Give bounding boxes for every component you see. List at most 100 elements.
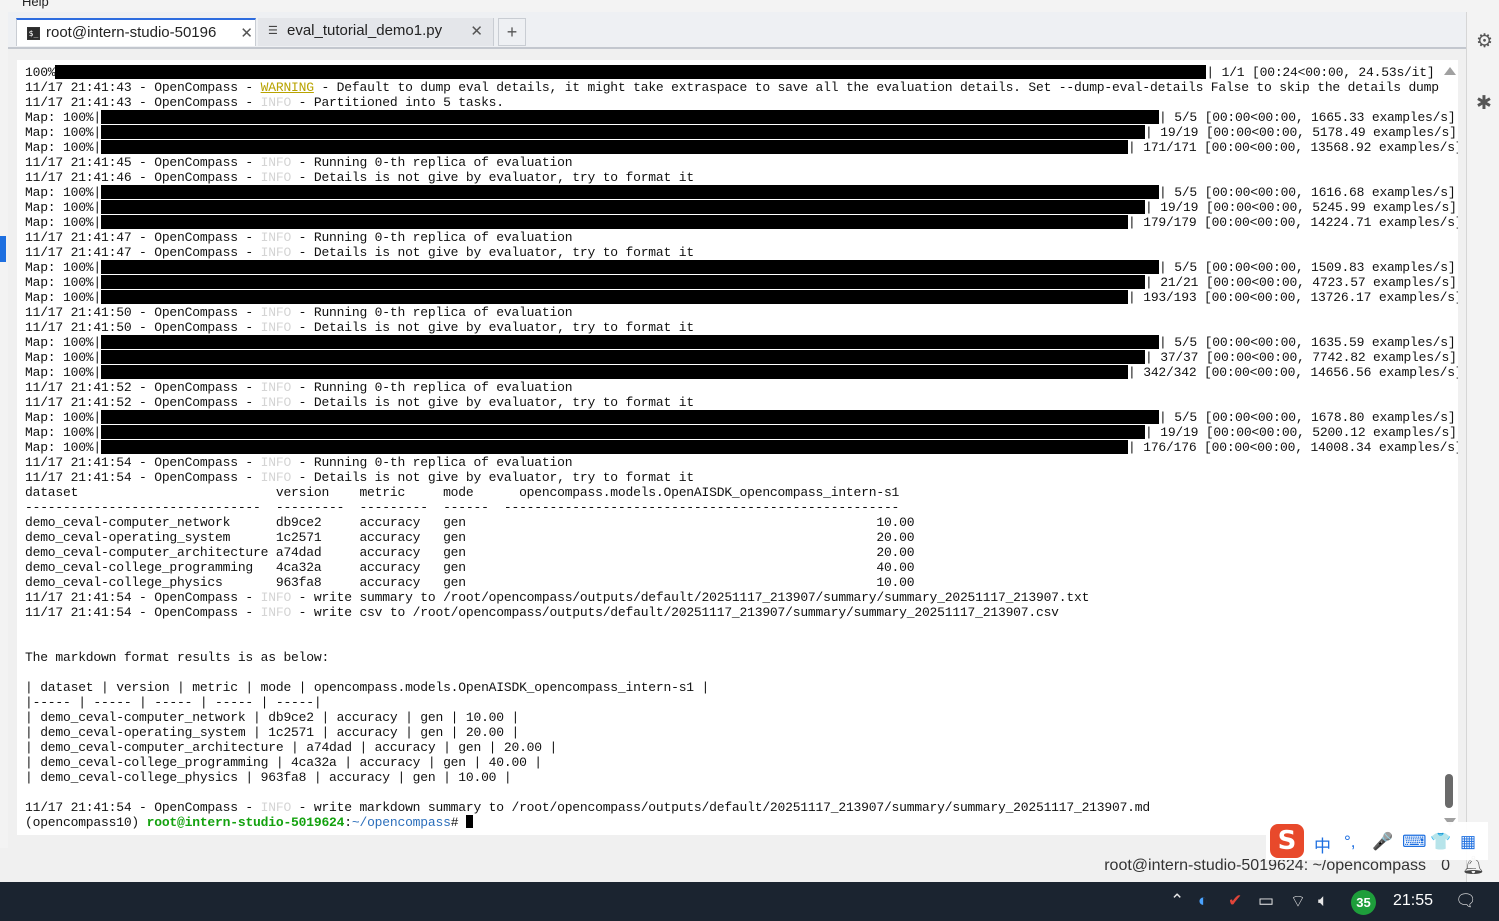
log-message: - Details is not give by evaluator, try … — [291, 395, 694, 410]
prompt-path: ~/opencompass — [351, 815, 451, 830]
map-progress-stats: | 5/5 [00:00<00:00, 1616.68 examples/s] — [1159, 185, 1456, 200]
map-progress-stats: | 21/21 [00:00<00:00, 4723.57 examples/s… — [1145, 275, 1457, 290]
log-level: INFO — [260, 170, 292, 185]
ime-punct-toggle[interactable]: °, — [1344, 832, 1356, 852]
map-label: Map: 100%| — [25, 200, 102, 215]
log-message: - Details is not give by evaluator, try … — [291, 170, 694, 185]
terminal-scrollbar[interactable] — [1442, 60, 1458, 830]
menu-help[interactable]: Help — [22, 0, 49, 9]
map-label: Map: 100%| — [25, 110, 102, 125]
map-label: Map: 100%| — [25, 275, 102, 290]
terminal-text[interactable]: 100% | 1/1 [00:24<00:00, 24.53s/it] 11/17… — [25, 65, 1458, 830]
tab-terminal-label: root@intern-studio-50196 — [46, 24, 217, 41]
warning-level: WARNING — [260, 80, 314, 95]
battery-icon[interactable]: ▭ — [1258, 891, 1274, 911]
log-level: INFO — [260, 230, 292, 245]
map-progress-bar — [101, 125, 1146, 139]
map-progress-stats: | 179/179 [00:00<00:00, 14224.71 example… — [1128, 215, 1458, 230]
right-tool-panel: ⚙ ✱ — [1466, 12, 1499, 882]
tab-file[interactable]: ☰ eval_tutorial_demo1.py ✕ — [258, 18, 494, 46]
map-label: Map: 100%| — [25, 215, 102, 230]
map-progress-bar — [101, 350, 1146, 364]
microphone-icon[interactable]: 🎤 — [1372, 832, 1393, 852]
log-message: - Details is not give by evaluator, try … — [291, 245, 694, 260]
bug-icon[interactable]: ✱ — [1476, 92, 1492, 115]
security-tray-icon[interactable]: ✔ — [1228, 891, 1242, 911]
log-level: INFO — [260, 380, 292, 395]
taskbar: ⌃ ◐ ✔ ▭ ⌔ 🔈︎ 🗨︎ — [0, 882, 1499, 921]
log-prefix: 11/17 21:41:52 - OpenCompass - — [25, 395, 261, 410]
log-level: INFO — [260, 305, 292, 320]
tab-file-label: eval_tutorial_demo1.py — [287, 22, 443, 39]
map-progress-stats: | 5/5 [00:00<00:00, 1678.80 examples/s] — [1159, 410, 1456, 425]
map-label: Map: 100%| — [25, 125, 102, 140]
map-label: Map: 100%| — [25, 425, 102, 440]
menu-strip: Help — [0, 0, 1499, 12]
map-progress-stats: | 342/342 [00:00<00:00, 14656.56 example… — [1128, 365, 1458, 380]
log-level: INFO — [260, 470, 292, 485]
map-progress-bar — [101, 425, 1146, 439]
log-message: - Running 0-th replica of evaluation — [291, 155, 573, 170]
tab-underline — [8, 47, 1466, 49]
wifi-icon[interactable]: ⌔ — [1290, 891, 1306, 912]
terminal-cursor — [465, 815, 473, 828]
log-prefix: 11/17 21:41:47 - OpenCompass - — [25, 230, 261, 245]
scroll-up-arrow-icon[interactable] — [1444, 67, 1456, 75]
map-progress-stats: | 193/193 [00:00<00:00, 13726.17 example… — [1128, 290, 1458, 305]
chevron-up-icon[interactable]: ⌃ — [1170, 891, 1184, 911]
map-label: Map: 100%| — [25, 185, 102, 200]
log-prefix: 11/17 21:41:50 - OpenCompass - — [25, 305, 261, 320]
tray-badge[interactable]: 35 — [1351, 890, 1376, 915]
ime-toolbar: S 中 °, 🎤 ⌨ 👕 ▦ — [1266, 822, 1488, 860]
ime-logo[interactable]: S — [1270, 824, 1304, 858]
log-message: - Running 0-th replica of evaluation — [291, 380, 573, 395]
tab-bar: $_ root@intern-studio-50196 ✕ ☰ eval_tut… — [8, 12, 1466, 48]
apps-grid-icon[interactable]: ▦ — [1460, 832, 1476, 852]
map-progress-bar — [101, 200, 1146, 214]
map-progress-stats: | 19/19 [00:00<00:00, 5245.99 examples/s… — [1145, 200, 1457, 215]
map-progress-bar — [101, 440, 1129, 454]
log-prefix: 11/17 21:41:54 - OpenCompass - — [25, 470, 261, 485]
map-progress-bar — [101, 410, 1160, 424]
terminal-icon: $_ — [27, 27, 40, 40]
map-progress-stats: | 5/5 [00:00<00:00, 1635.59 examples/s] — [1159, 335, 1456, 350]
tab-terminal[interactable]: $_ root@intern-studio-50196 ✕ — [16, 18, 256, 46]
map-label: Map: 100%| — [25, 260, 102, 275]
left-active-marker — [0, 236, 6, 262]
gears-icon[interactable]: ⚙ — [1476, 30, 1493, 53]
progress-bar — [55, 65, 1207, 79]
keyboard-icon[interactable]: ⌨ — [1402, 832, 1427, 852]
map-progress-stats: | 19/19 [00:00<00:00, 5178.49 examples/s… — [1145, 125, 1457, 140]
log-message: - Details is not give by evaluator, try … — [291, 470, 694, 485]
terminal-output[interactable]: 100% | 1/1 [00:24<00:00, 24.53s/it] 11/17… — [17, 60, 1458, 835]
map-label: Map: 100%| — [25, 350, 102, 365]
map-label: Map: 100%| — [25, 140, 102, 155]
map-progress-stats: | 5/5 [00:00<00:00, 1665.33 examples/s] — [1159, 110, 1456, 125]
log-prefix: 11/17 21:41:45 - OpenCompass - — [25, 155, 261, 170]
scrollbar-thumb[interactable] — [1445, 774, 1453, 808]
log-level: INFO — [260, 320, 292, 335]
log-level: INFO — [260, 455, 292, 470]
map-progress-stats: | 5/5 [00:00<00:00, 1509.83 examples/s] — [1159, 260, 1456, 275]
ime-lang-toggle[interactable]: 中 — [1314, 832, 1331, 857]
log-message: - Details is not give by evaluator, try … — [291, 320, 694, 335]
log-prefix: 11/17 21:41:52 - OpenCompass - — [25, 380, 261, 395]
new-tab-button[interactable]: + — [498, 18, 526, 46]
map-progress-bar — [101, 185, 1160, 199]
map-progress-stats: | 171/171 [00:00<00:00, 13568.92 example… — [1128, 140, 1458, 155]
tab-file-close-icon[interactable]: ✕ — [470, 22, 483, 40]
tab-terminal-close-icon[interactable]: ✕ — [240, 24, 253, 42]
notification-icon[interactable]: 🗨︎ — [1455, 891, 1477, 911]
map-progress-bar — [101, 260, 1160, 274]
app-tray-icon[interactable]: ◐ — [1198, 891, 1208, 911]
prompt-user-host: root@intern-studio-5019624 — [146, 815, 345, 830]
left-edge — [0, 12, 8, 882]
status-bar: root@intern-studio-5019624: ~/opencompas… — [0, 848, 1466, 882]
taskbar-clock[interactable]: 21:55 — [1393, 892, 1433, 910]
log-prefix: 11/17 21:41:50 - OpenCompass - — [25, 320, 261, 335]
skin-icon[interactable]: 👕 — [1430, 832, 1451, 852]
map-progress-bar — [101, 140, 1129, 154]
volume-icon[interactable]: 🔈︎ — [1318, 891, 1328, 911]
log-message: - Running 0-th replica of evaluation — [291, 305, 573, 320]
map-progress-bar — [101, 110, 1160, 124]
